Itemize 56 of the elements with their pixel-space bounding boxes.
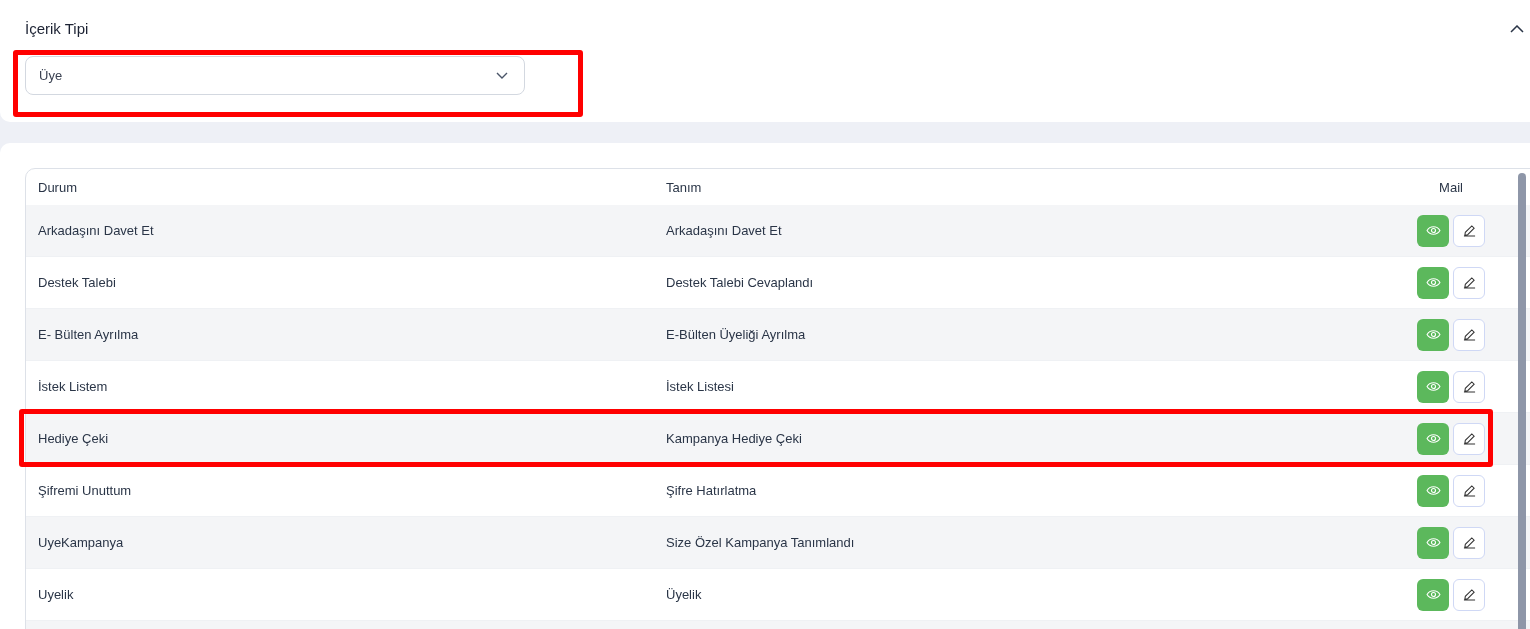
eye-icon bbox=[1425, 433, 1441, 444]
chevron-down-icon bbox=[496, 72, 508, 79]
edit-button[interactable] bbox=[1453, 474, 1485, 507]
preview-button[interactable] bbox=[1417, 422, 1449, 455]
table-cell-text: Size Özel Kampanya Tanımlandı bbox=[666, 535, 856, 550]
edit-button[interactable] bbox=[1453, 266, 1485, 299]
column-header: Durum bbox=[38, 179, 78, 195]
preview-button[interactable] bbox=[1417, 474, 1449, 507]
edit-button[interactable] bbox=[1453, 370, 1485, 403]
table-cell-text: Destek Talebi bbox=[38, 275, 117, 290]
preview-button[interactable] bbox=[1417, 266, 1449, 299]
table-cell-text: Şifre Hatırlatma bbox=[666, 483, 758, 498]
eye-icon bbox=[1425, 537, 1441, 548]
preview-button[interactable] bbox=[1417, 526, 1449, 559]
eye-icon bbox=[1425, 589, 1441, 600]
eye-icon bbox=[1425, 485, 1441, 496]
table-cell-text: Şifremi Unuttum bbox=[38, 483, 133, 498]
eye-icon bbox=[1425, 329, 1441, 340]
table-cell-text: E- Bülten Ayrılma bbox=[38, 327, 140, 342]
pencil-icon bbox=[1462, 484, 1476, 497]
content-type-select[interactable]: Üye bbox=[25, 56, 525, 95]
scrollbar[interactable] bbox=[1518, 173, 1526, 629]
chevron-up-icon[interactable] bbox=[1510, 24, 1524, 33]
table-cell-text: Üyelik bbox=[666, 587, 703, 602]
pencil-icon bbox=[1462, 276, 1476, 289]
table-cell-text: E-Bülten Üyeliği Ayrılma bbox=[666, 327, 807, 342]
pencil-icon bbox=[1462, 588, 1476, 601]
table-cell-text: Arkadaşını Davet Et bbox=[38, 223, 155, 238]
pencil-icon bbox=[1462, 380, 1476, 393]
table-cell-text: Uyelik bbox=[38, 587, 75, 602]
eye-icon bbox=[1425, 225, 1441, 236]
pencil-icon bbox=[1462, 328, 1476, 341]
table-cell-text: Destek Talebi Cevaplandı bbox=[666, 275, 815, 290]
edit-button[interactable] bbox=[1453, 578, 1485, 611]
table-cell-text: Arkadaşını Davet Et bbox=[666, 223, 783, 238]
preview-button[interactable] bbox=[1417, 578, 1449, 611]
edit-button[interactable] bbox=[1453, 214, 1485, 247]
edit-button[interactable] bbox=[1453, 318, 1485, 351]
column-header: Tanım bbox=[666, 179, 703, 195]
table-cell-text: Hediye Çeki bbox=[38, 431, 110, 446]
table-cell-text: İstek Listesi bbox=[666, 379, 735, 394]
edit-button[interactable] bbox=[1453, 526, 1485, 559]
preview-button[interactable] bbox=[1417, 318, 1449, 351]
preview-button[interactable] bbox=[1417, 370, 1449, 403]
pencil-icon bbox=[1462, 536, 1476, 549]
eye-icon bbox=[1425, 381, 1441, 392]
eye-icon bbox=[1425, 277, 1441, 288]
preview-button[interactable] bbox=[1417, 214, 1449, 247]
pencil-icon bbox=[1462, 432, 1476, 445]
column-header: Mail bbox=[1438, 179, 1464, 195]
table-cell-text: Kampanya Hediye Çeki bbox=[666, 431, 803, 446]
table-cell-text: UyeKampanya bbox=[38, 535, 125, 550]
table-cell-text: İstek Listem bbox=[38, 379, 109, 394]
section-title: İçerik Tipi bbox=[25, 20, 89, 37]
edit-button[interactable] bbox=[1453, 422, 1485, 455]
pencil-icon bbox=[1462, 224, 1476, 237]
